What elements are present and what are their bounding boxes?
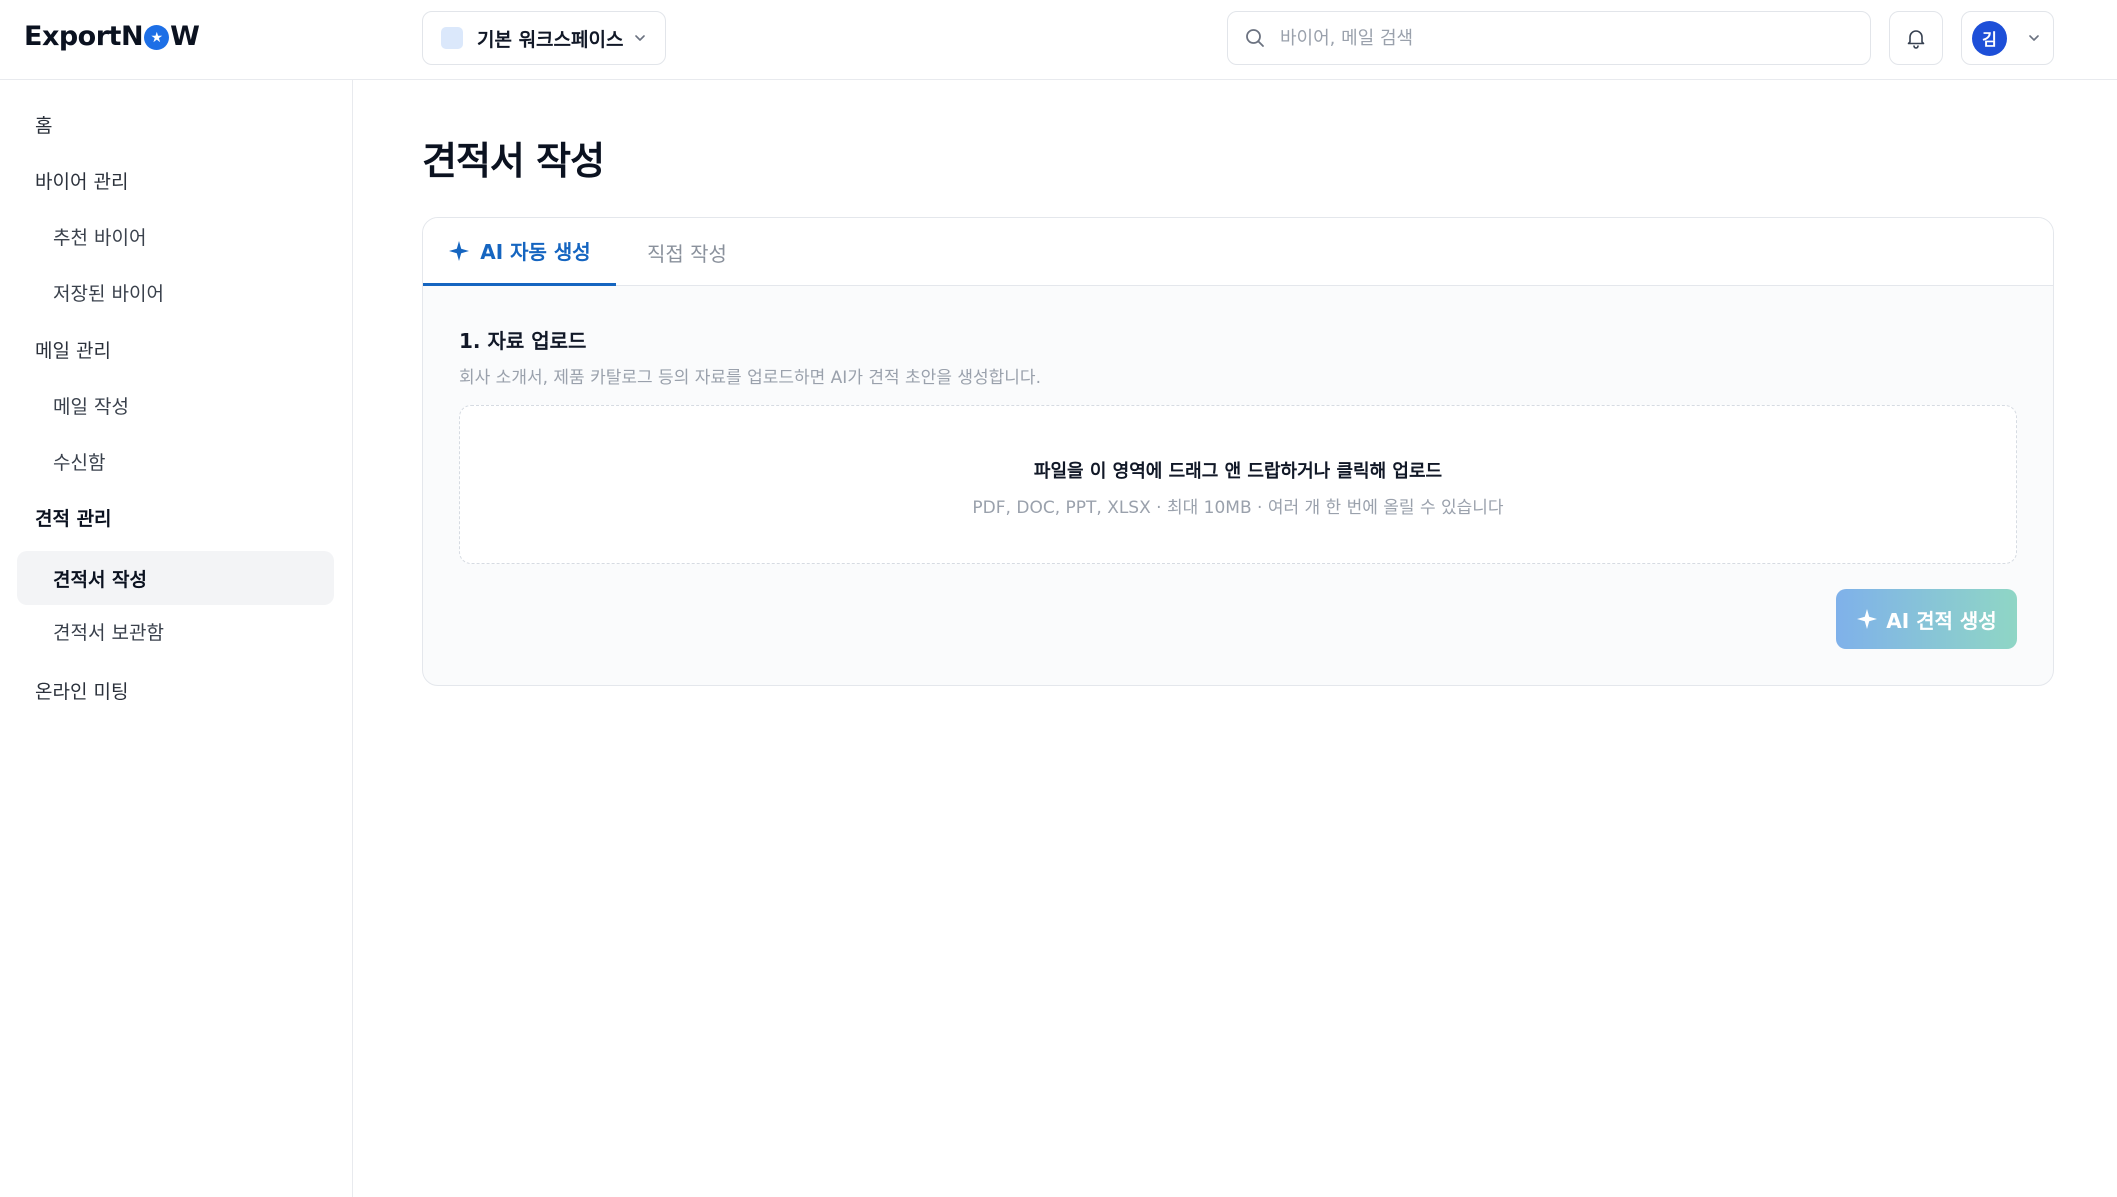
upload-step-title: 1. 자료 업로드	[459, 329, 587, 353]
sparkle-icon	[449, 240, 470, 261]
sidebar-item-label: 홈	[35, 114, 53, 137]
tab-ai-generate[interactable]: AI 자동 생성	[423, 218, 616, 286]
chevron-down-icon	[635, 35, 645, 41]
logo-text-end: W	[170, 21, 200, 52]
dropzone-hint: PDF, DOC, PPT, XLSX · 최대 10MB · 여러 개 한 번…	[972, 498, 1504, 518]
logo-star-icon: ★	[144, 25, 170, 50]
search-input[interactable]	[1280, 27, 1840, 49]
app-logo[interactable]: ExportN ★ W	[24, 21, 200, 52]
sparkle-icon	[1857, 609, 1878, 629]
ai-quote-generate-button[interactable]: AI 견적 생성	[1836, 589, 2017, 649]
logo-text-start: ExportN	[24, 21, 144, 52]
sidebar-item-online-meeting[interactable]: 온라인 미팅	[17, 663, 334, 717]
user-menu-button[interactable]: 김	[1961, 11, 2054, 65]
tab-label: 직접 작성	[647, 241, 727, 266]
sidebar-item-label: 저장된 바이어	[53, 282, 164, 305]
sidebar-item-inbox[interactable]: 수신함	[17, 434, 334, 488]
sidebar-item-saved-buyers[interactable]: 저장된 바이어	[17, 265, 334, 319]
page-title: 견적서 작성	[422, 139, 605, 183]
sidebar-item-compose-mail[interactable]: 메일 작성	[17, 378, 334, 432]
tab-manual-write[interactable]: 직접 작성	[647, 218, 727, 286]
sidebar-item-quote-management[interactable]: 견적 관리	[17, 490, 334, 544]
sidebar-item-label: 바이어 관리	[35, 170, 129, 193]
sidebar-item-label: 수신함	[53, 451, 106, 474]
sidebar-item-mail-management[interactable]: 메일 관리	[17, 322, 334, 376]
top-header: ExportN ★ W 기본 워크스페이스 김	[0, 0, 2117, 80]
dropzone-instruction: 파일을 이 영역에 드래그 앤 드랍하거나 클릭해 업로드	[1033, 461, 1443, 482]
search-icon	[1246, 29, 1264, 47]
sidebar-item-home[interactable]: 홈	[17, 97, 334, 151]
sidebar: 홈 바이어 관리 추천 바이어 저장된 바이어 메일 관리 메일 작성 수신함 …	[0, 80, 353, 1197]
sidebar-item-label: 메일 작성	[53, 395, 129, 418]
search-box[interactable]	[1227, 11, 1871, 65]
sidebar-item-label: 견적서 작성	[53, 568, 148, 591]
notifications-button[interactable]	[1889, 11, 1943, 65]
sidebar-item-recommended-buyers[interactable]: 추천 바이어	[17, 209, 334, 263]
button-label: AI 견적 생성	[1886, 608, 1997, 633]
tab-label: AI 자동 생성	[480, 240, 591, 264]
workspace-select[interactable]: 기본 워크스페이스	[422, 11, 666, 65]
chevron-down-icon	[2029, 35, 2039, 41]
sidebar-item-label: 견적서 보관함	[53, 621, 164, 644]
sidebar-item-label: 온라인 미팅	[35, 680, 129, 703]
sidebar-item-label: 추천 바이어	[53, 226, 147, 249]
quote-card: AI 자동 생성 직접 작성 1. 자료 업로드 회사 소개서, 제품 카탈로그…	[422, 217, 2054, 686]
sidebar-item-label: 견적 관리	[35, 507, 112, 530]
sidebar-item-quote-archive[interactable]: 견적서 보관함	[17, 604, 334, 658]
workspace-icon	[441, 27, 463, 49]
workspace-label: 기본 워크스페이스	[477, 28, 624, 51]
sidebar-item-label: 메일 관리	[35, 339, 111, 362]
sidebar-item-create-quote[interactable]: 견적서 작성	[17, 551, 334, 605]
bell-icon	[1907, 30, 1925, 49]
avatar: 김	[1972, 20, 2007, 56]
tab-bar: AI 자동 생성 직접 작성	[423, 218, 2053, 286]
file-dropzone[interactable]: 파일을 이 영역에 드래그 앤 드랍하거나 클릭해 업로드 PDF, DOC, …	[459, 405, 2017, 564]
upload-step-description: 회사 소개서, 제품 카탈로그 등의 자료를 업로드하면 AI가 견적 초안을 …	[459, 368, 1041, 388]
sidebar-item-buyer-management[interactable]: 바이어 관리	[17, 153, 334, 207]
